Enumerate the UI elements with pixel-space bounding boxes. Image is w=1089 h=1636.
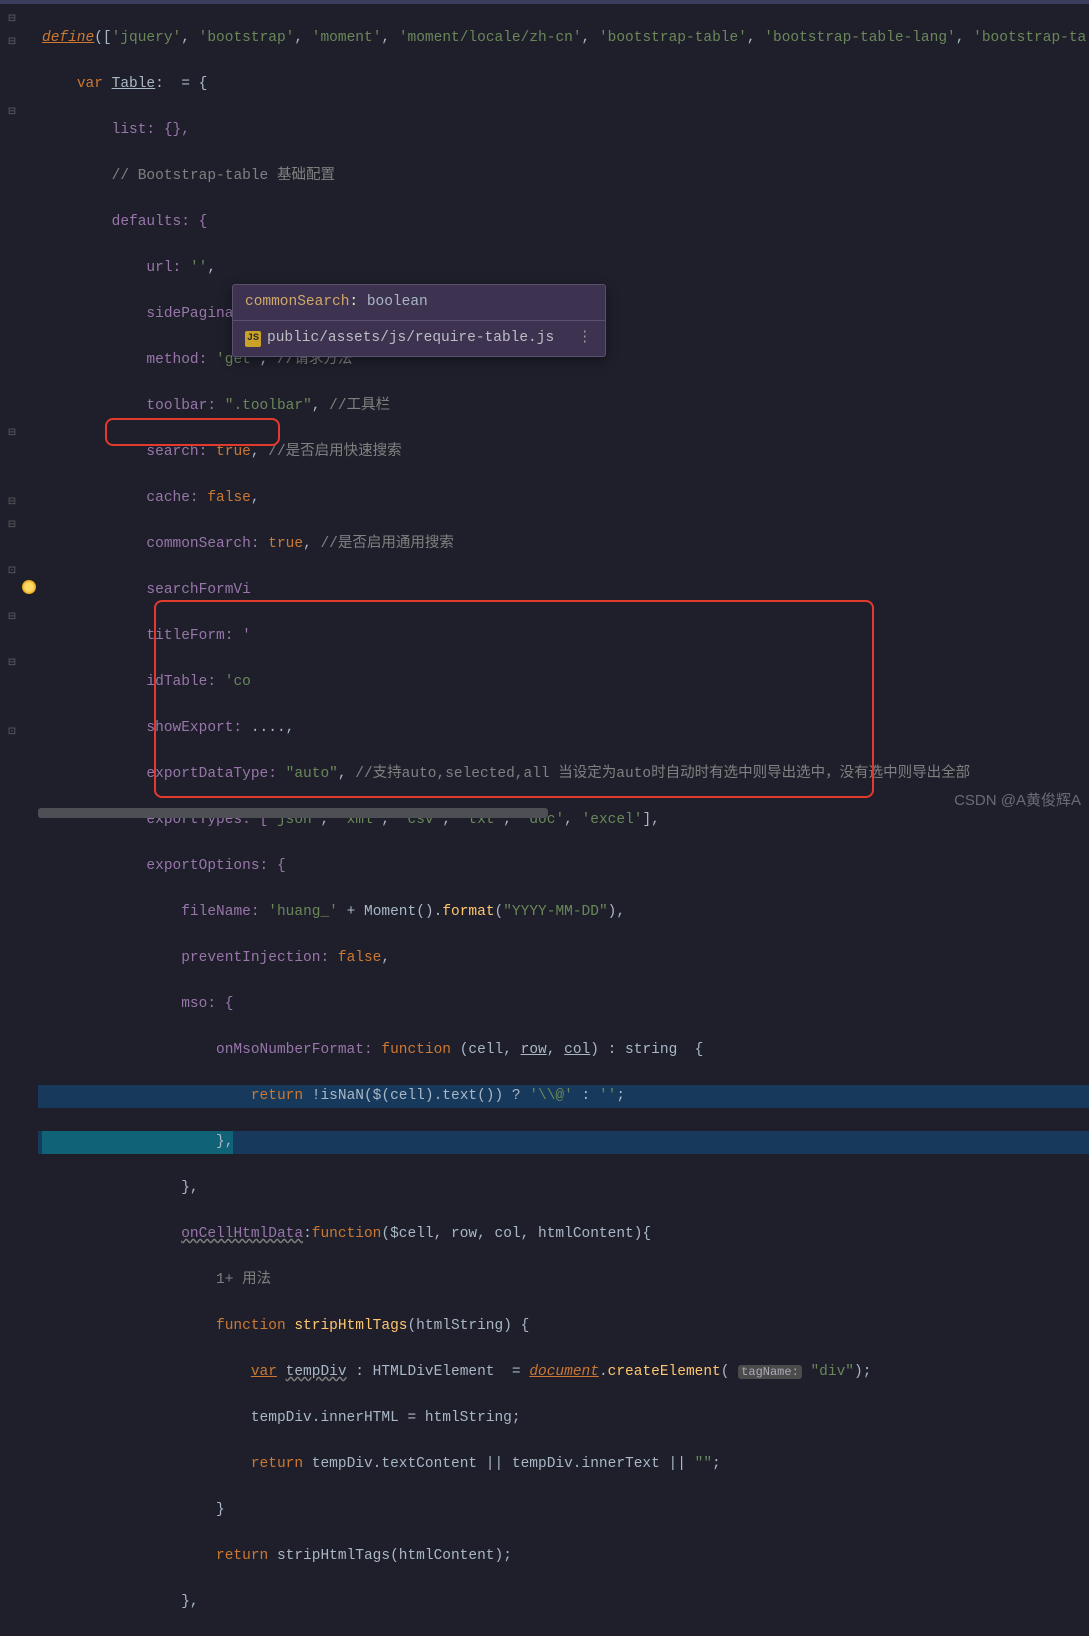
inlay-hint: tagName: — [738, 1365, 802, 1379]
code-line[interactable]: exportOptions: { — [38, 855, 1089, 878]
code-line[interactable]: 1+ 用法 — [38, 1269, 1089, 1292]
code-line[interactable]: var Table: = { — [38, 73, 1089, 96]
intention-bulb-icon[interactable] — [22, 580, 36, 594]
horizontal-scrollbar[interactable] — [38, 808, 548, 818]
code-line[interactable]: function stripHtmlTags(htmlString) { — [38, 1315, 1089, 1338]
code-line-highlighted[interactable]: }, — [38, 1131, 1089, 1154]
code-line[interactable]: exportDataType: "auto", //支持auto,selecte… — [38, 763, 1089, 786]
code-line[interactable]: showExport: ...., — [38, 717, 1089, 740]
code-line[interactable]: return stripHtmlTags(htmlContent); — [38, 1545, 1089, 1568]
popup-more-icon[interactable]: ⋮ — [578, 327, 594, 350]
fold-marker[interactable]: ⊟ — [4, 491, 20, 507]
fold-marker[interactable]: ⊟ — [4, 8, 20, 24]
code-line[interactable]: toolbar: ".toolbar", //工具栏 — [38, 395, 1089, 418]
editor-gutter: ⊟ ⊟ ⊟ ⊟ ⊟ ⊟ ⊡ ⊟ ⊟ ⊡ — [0, 4, 38, 818]
code-line[interactable]: cache: false, — [38, 487, 1089, 510]
fold-marker[interactable]: ⊟ — [4, 606, 20, 622]
code-line[interactable]: } — [38, 1499, 1089, 1522]
code-line[interactable]: }, — [38, 1177, 1089, 1200]
popup-signature: commonSearch: boolean — [233, 285, 605, 321]
quick-doc-popup[interactable]: commonSearch: boolean JS public/assets/j… — [232, 284, 606, 357]
code-editor[interactable]: define(['jquery', 'bootstrap', 'moment',… — [38, 4, 1089, 818]
code-line[interactable]: titleForm: ' — [38, 625, 1089, 648]
code-line[interactable]: mso: { — [38, 993, 1089, 1016]
code-line[interactable]: tempDiv.innerHTML = htmlString; — [38, 1407, 1089, 1430]
fold-marker[interactable]: ⊡ — [4, 560, 20, 576]
js-file-icon: JS — [245, 331, 261, 347]
popup-file-path: public/assets/js/require-table.js — [267, 327, 554, 350]
fold-marker[interactable]: ⊟ — [4, 101, 20, 117]
fold-marker[interactable]: ⊟ — [4, 652, 20, 668]
fold-marker[interactable]: ⊟ — [4, 31, 20, 47]
code-line[interactable]: list: {}, — [38, 119, 1089, 142]
code-line[interactable]: fileName: 'huang_' + Moment().format("YY… — [38, 901, 1089, 924]
code-line[interactable]: idTable: 'co — [38, 671, 1089, 694]
code-line[interactable]: // Bootstrap-table 基础配置 — [38, 165, 1089, 188]
code-line-highlighted[interactable]: return !isNaN($(cell).text()) ? '\\@' : … — [38, 1085, 1089, 1108]
code-line[interactable]: onCellHtmlData:function($cell, row, col,… — [38, 1223, 1089, 1246]
popup-file-row: JS public/assets/js/require-table.js ⋮ — [233, 321, 605, 356]
code-line[interactable]: define(['jquery', 'bootstrap', 'moment',… — [38, 27, 1089, 50]
fold-marker[interactable]: ⊟ — [4, 422, 20, 438]
code-line[interactable]: defaults: { — [38, 211, 1089, 234]
code-line[interactable]: searchFormVi — [38, 579, 1089, 602]
fold-marker[interactable]: ⊟ — [4, 514, 20, 530]
code-line[interactable]: return tempDiv.textContent || tempDiv.in… — [38, 1453, 1089, 1476]
fold-marker[interactable]: ⊡ — [4, 721, 20, 737]
code-line[interactable]: search: true, //是否启用快速搜索 — [38, 441, 1089, 464]
code-line[interactable]: url: '', — [38, 257, 1089, 280]
code-line[interactable]: }, — [38, 1591, 1089, 1614]
code-line[interactable]: var tempDiv : HTMLDivElement = document.… — [38, 1361, 1089, 1384]
code-line[interactable]: onMsoNumberFormat: function (cell, row, … — [38, 1039, 1089, 1062]
code-line[interactable]: commonSearch: true, //是否启用通用搜索 — [38, 533, 1089, 556]
code-line[interactable]: preventInjection: false, — [38, 947, 1089, 970]
